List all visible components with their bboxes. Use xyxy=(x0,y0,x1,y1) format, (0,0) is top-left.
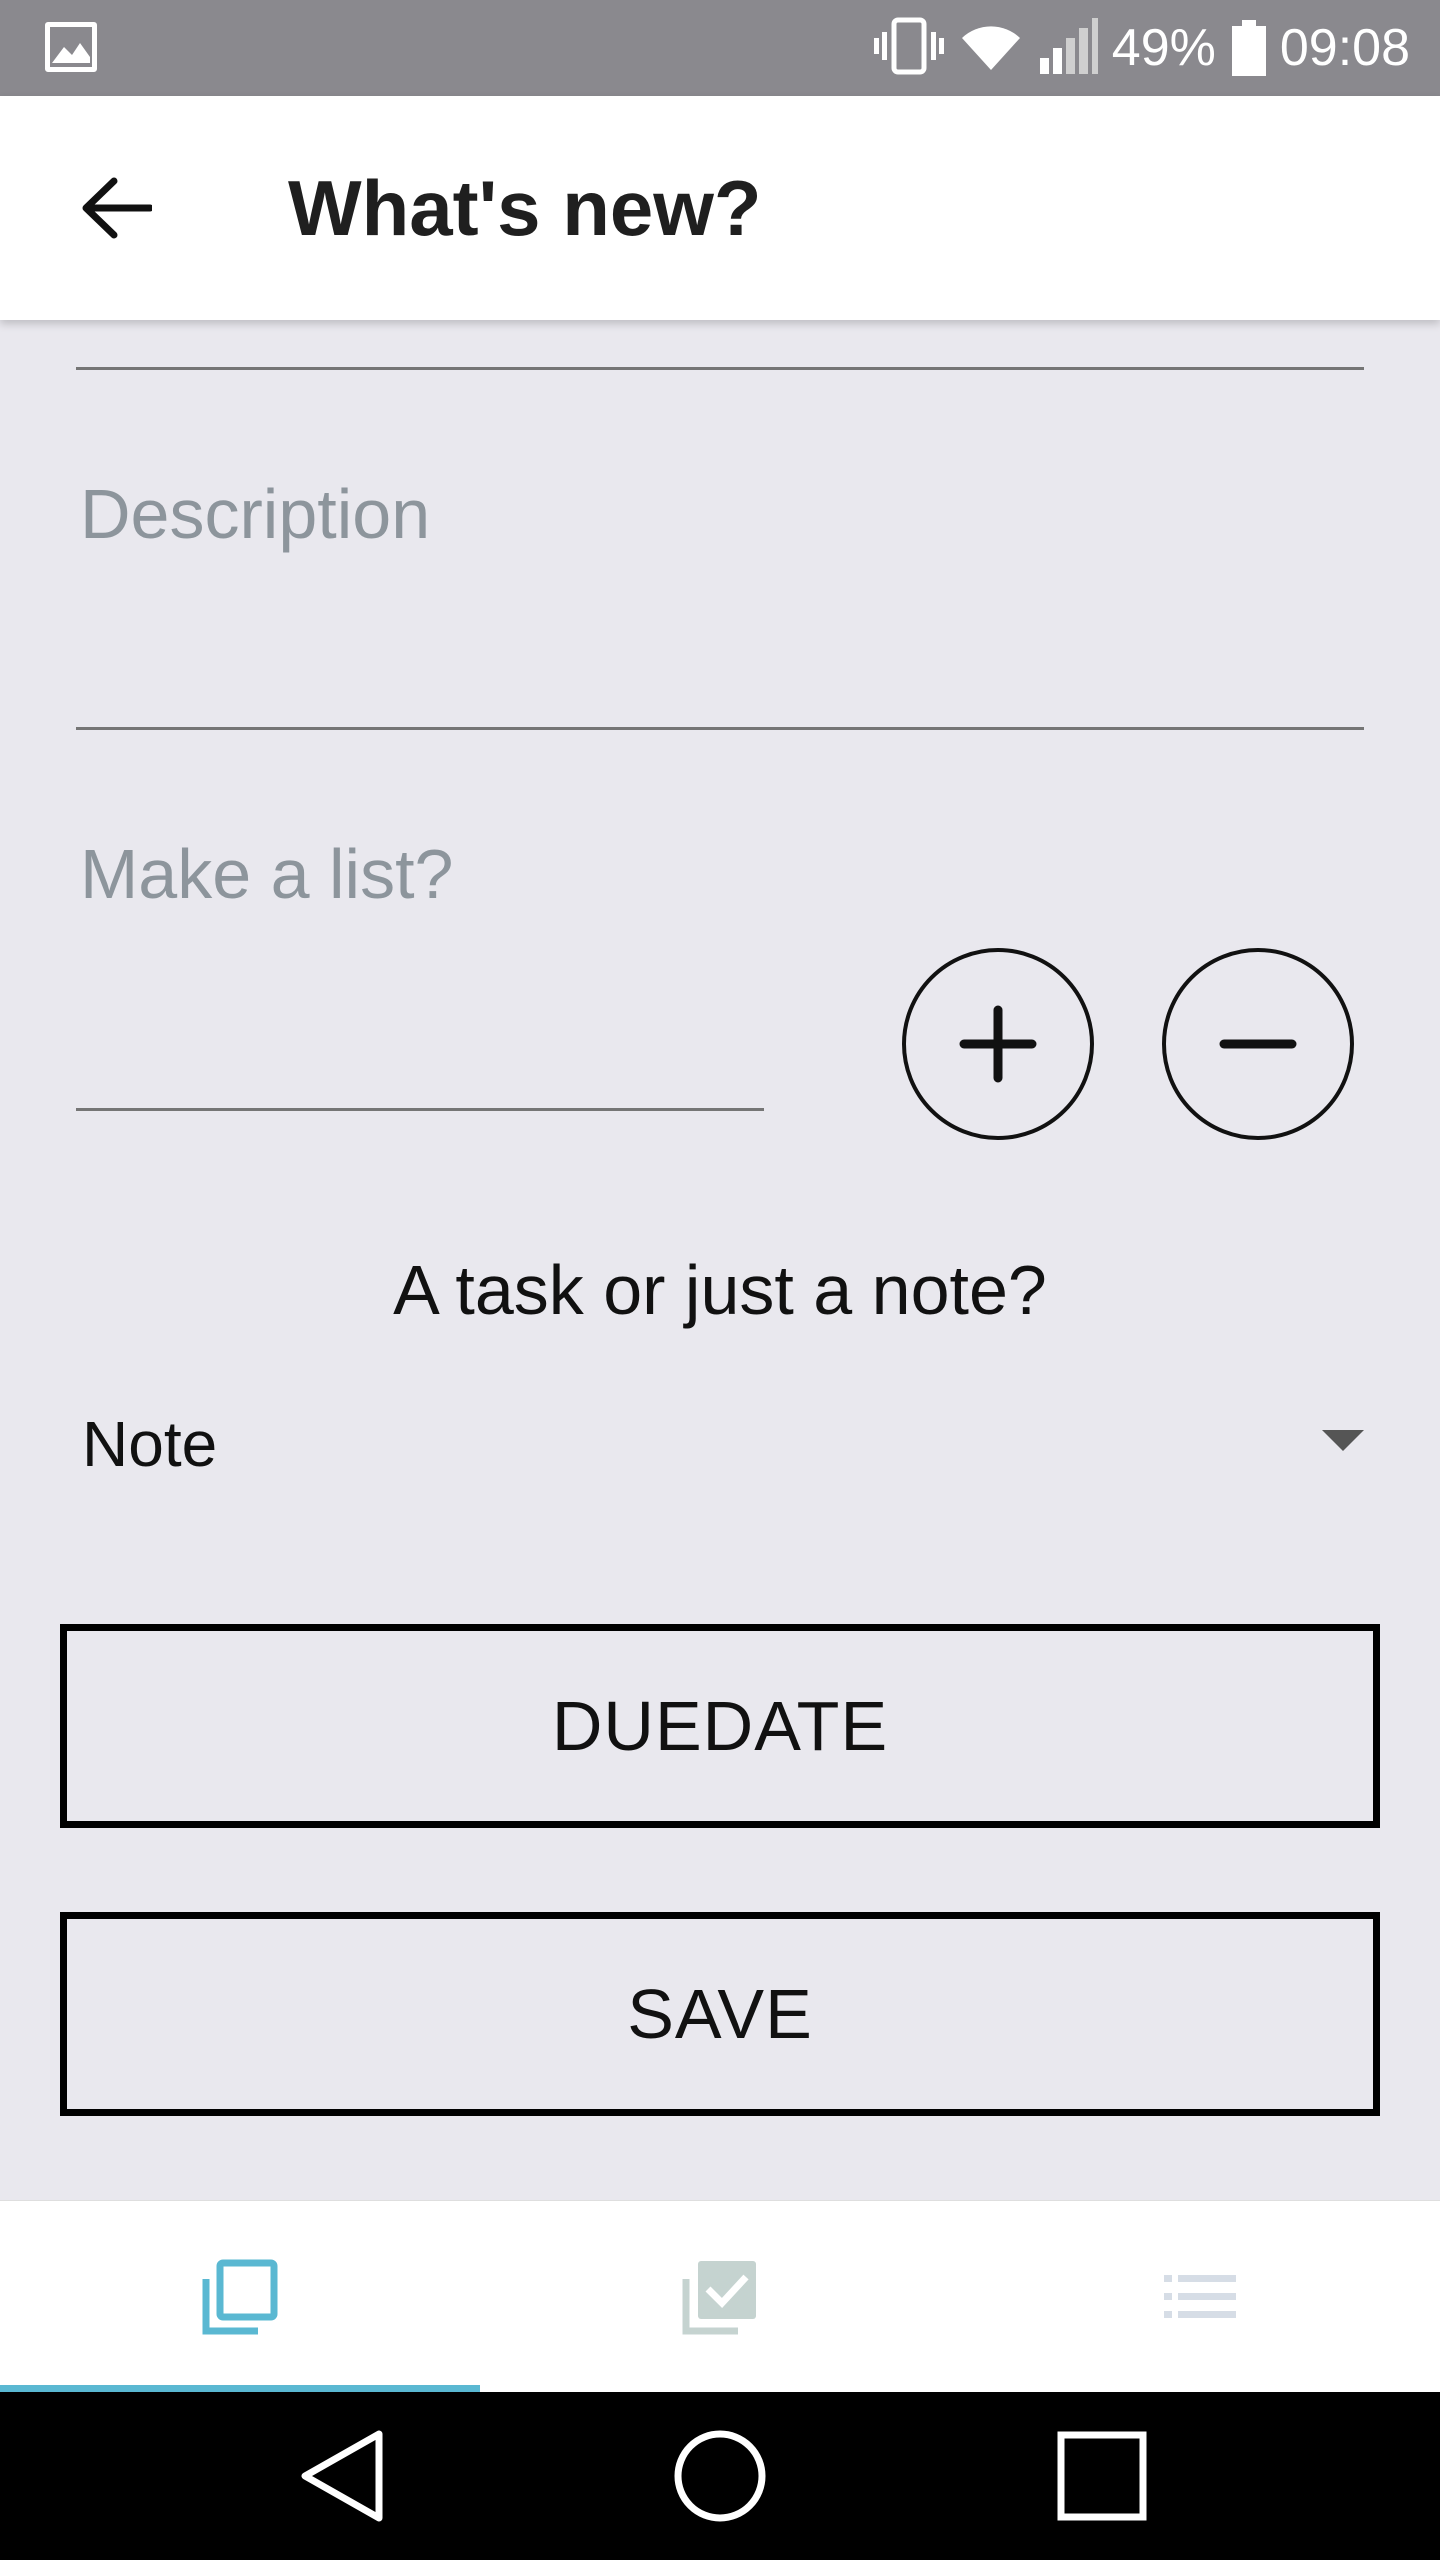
type-select-value[interactable]: Note xyxy=(82,1404,217,1484)
nav-back-button[interactable] xyxy=(262,2392,422,2560)
status-bar: 49% 09:08 xyxy=(0,0,1440,96)
plus-icon xyxy=(959,1005,1037,1083)
gallery-icon xyxy=(45,22,97,72)
task-check-icon xyxy=(682,2261,756,2335)
type-question-label: A task or just a note? xyxy=(393,1251,1047,1329)
app-bar: What's new? xyxy=(0,96,1440,320)
vibrate-icon xyxy=(873,16,944,81)
minus-icon xyxy=(1219,1039,1297,1049)
nav-recents-button[interactable] xyxy=(1022,2392,1182,2560)
arrow-left-icon xyxy=(82,177,152,239)
clock: 09:08 xyxy=(1279,19,1410,77)
bottom-tab-bar xyxy=(0,2200,1440,2393)
back-button[interactable] xyxy=(66,158,166,258)
note-stack-icon xyxy=(202,2259,278,2335)
back-triangle-icon xyxy=(301,2430,383,2522)
tab-tasks[interactable] xyxy=(480,2201,960,2393)
status-icons: 49% 09:08 xyxy=(860,0,1410,96)
duedate-button[interactable]: DUEDATE xyxy=(60,1624,1380,1828)
battery-icon xyxy=(1231,20,1266,76)
system-nav-bar xyxy=(0,2392,1440,2560)
type-select[interactable] xyxy=(60,1380,1380,1510)
tab-list[interactable] xyxy=(960,2201,1440,2393)
recents-square-icon xyxy=(1057,2431,1147,2521)
battery-percent: 49% xyxy=(1111,19,1216,77)
remove-list-item-button[interactable] xyxy=(1162,948,1354,1140)
add-list-item-button[interactable] xyxy=(902,948,1094,1140)
home-circle-icon xyxy=(674,2430,766,2522)
title-field-underline[interactable] xyxy=(76,367,1364,370)
save-button[interactable]: SAVE xyxy=(60,1912,1380,2116)
description-field-underline xyxy=(76,727,1364,730)
wifi-icon xyxy=(958,20,1024,77)
list-item-field-underline xyxy=(76,1108,764,1111)
signal-icon xyxy=(1038,17,1098,79)
list-item-field[interactable]: Make a list? xyxy=(80,834,453,914)
description-field[interactable]: Description xyxy=(80,474,430,554)
nav-home-button[interactable] xyxy=(640,2392,800,2560)
caret-down-icon[interactable] xyxy=(1322,1430,1364,1451)
tab-notes[interactable] xyxy=(0,2201,480,2393)
list-icon xyxy=(1164,2275,1236,2318)
page-title: What's new? xyxy=(288,164,762,252)
